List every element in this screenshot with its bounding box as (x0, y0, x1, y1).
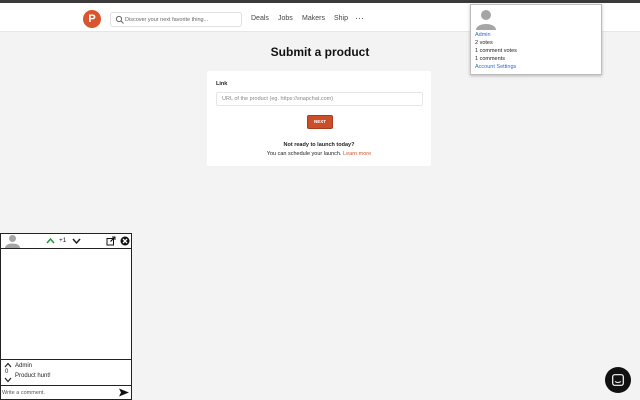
comment-score: 0 (5, 369, 9, 375)
product-hunt-logo[interactable]: P (83, 10, 101, 28)
chat-launcher-button[interactable] (605, 367, 631, 393)
external-link-icon[interactable] (106, 236, 116, 246)
comment-downvote-icon[interactable] (4, 377, 12, 383)
avatar-icon (5, 235, 20, 248)
widget-header: +1 (1, 234, 131, 249)
schedule-prefix: You can schedule your launch. (266, 151, 342, 157)
nav-makers[interactable]: Makers (302, 15, 325, 22)
page-title: Submit a product (270, 45, 370, 59)
learn-more-link[interactable]: Learn more (343, 151, 371, 157)
more-menu-button[interactable]: ··· (355, 13, 364, 23)
nav-ship[interactable]: Ship (334, 15, 348, 22)
schedule-text: You can schedule your launch. Learn more (207, 151, 431, 157)
vote-count: +1 (59, 237, 67, 244)
account-settings-link[interactable]: Account Settings (475, 64, 516, 70)
comment-text: Product hunt! (15, 373, 51, 379)
search-box[interactable] (110, 12, 242, 27)
user-name-link[interactable]: Admin (475, 32, 491, 38)
nav-jobs[interactable]: Jobs (278, 15, 293, 22)
product-url-input[interactable] (216, 92, 423, 106)
search-input[interactable] (125, 14, 240, 25)
send-icon[interactable] (119, 388, 129, 397)
comment-author: Admin (15, 363, 33, 369)
chevron-up-icon[interactable] (46, 237, 55, 244)
comment-input[interactable] (2, 388, 114, 397)
comment-upvote-icon[interactable] (4, 362, 12, 368)
nav-deals[interactable]: Deals (251, 15, 269, 22)
link-label: Link (216, 81, 228, 87)
comment-input-row (1, 386, 131, 399)
user-menu-dropdown: Admin 2 votes 1 comment votes 1 comments… (470, 4, 602, 75)
chevron-down-icon[interactable] (72, 238, 81, 245)
submit-card: Link NEXT Not ready to launch today? You… (207, 71, 431, 166)
browser-top-edge (0, 0, 640, 3)
widget-body (1, 250, 131, 359)
close-icon[interactable] (120, 236, 130, 246)
chat-icon (612, 374, 624, 386)
comment-item: 0 Admin Product hunt! (1, 359, 131, 386)
comment-widget: +1 0 Admin Product hunt! (0, 233, 132, 400)
next-button[interactable]: NEXT (307, 115, 333, 129)
not-ready-text: Not ready to launch today? (283, 142, 355, 148)
search-icon (115, 15, 124, 24)
avatar-icon (476, 10, 496, 30)
